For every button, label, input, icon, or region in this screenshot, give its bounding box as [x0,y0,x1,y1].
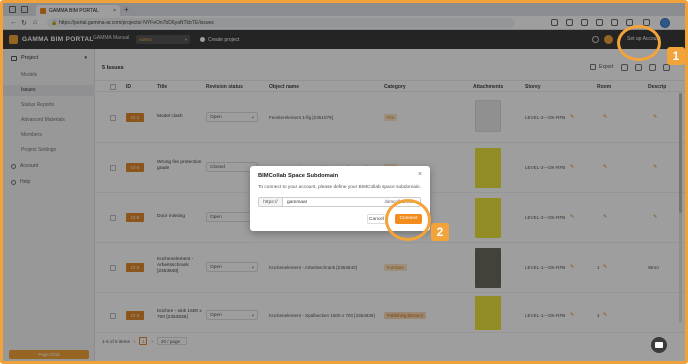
chat-icon[interactable] [651,337,667,353]
subdomain-input[interactable]: gammaar [283,198,384,206]
cancel-button[interactable]: Cancel [367,214,386,224]
dialog-description: To connect to your account, please defin… [258,185,421,190]
callout-badge-1: 1 [667,47,685,65]
callout-ring-2 [385,199,431,241]
app-frame: GAMMA BIM PORTAL × + ← ↻ ⌂ 🔒 https://por… [0,0,688,364]
callout-ring-1 [617,25,661,61]
url-prefix: https:// [259,198,283,206]
callout-badge-2: 2 [431,223,449,241]
close-icon[interactable]: × [418,171,422,178]
dialog-title: BIMCollab Space Subdomain [258,173,339,179]
